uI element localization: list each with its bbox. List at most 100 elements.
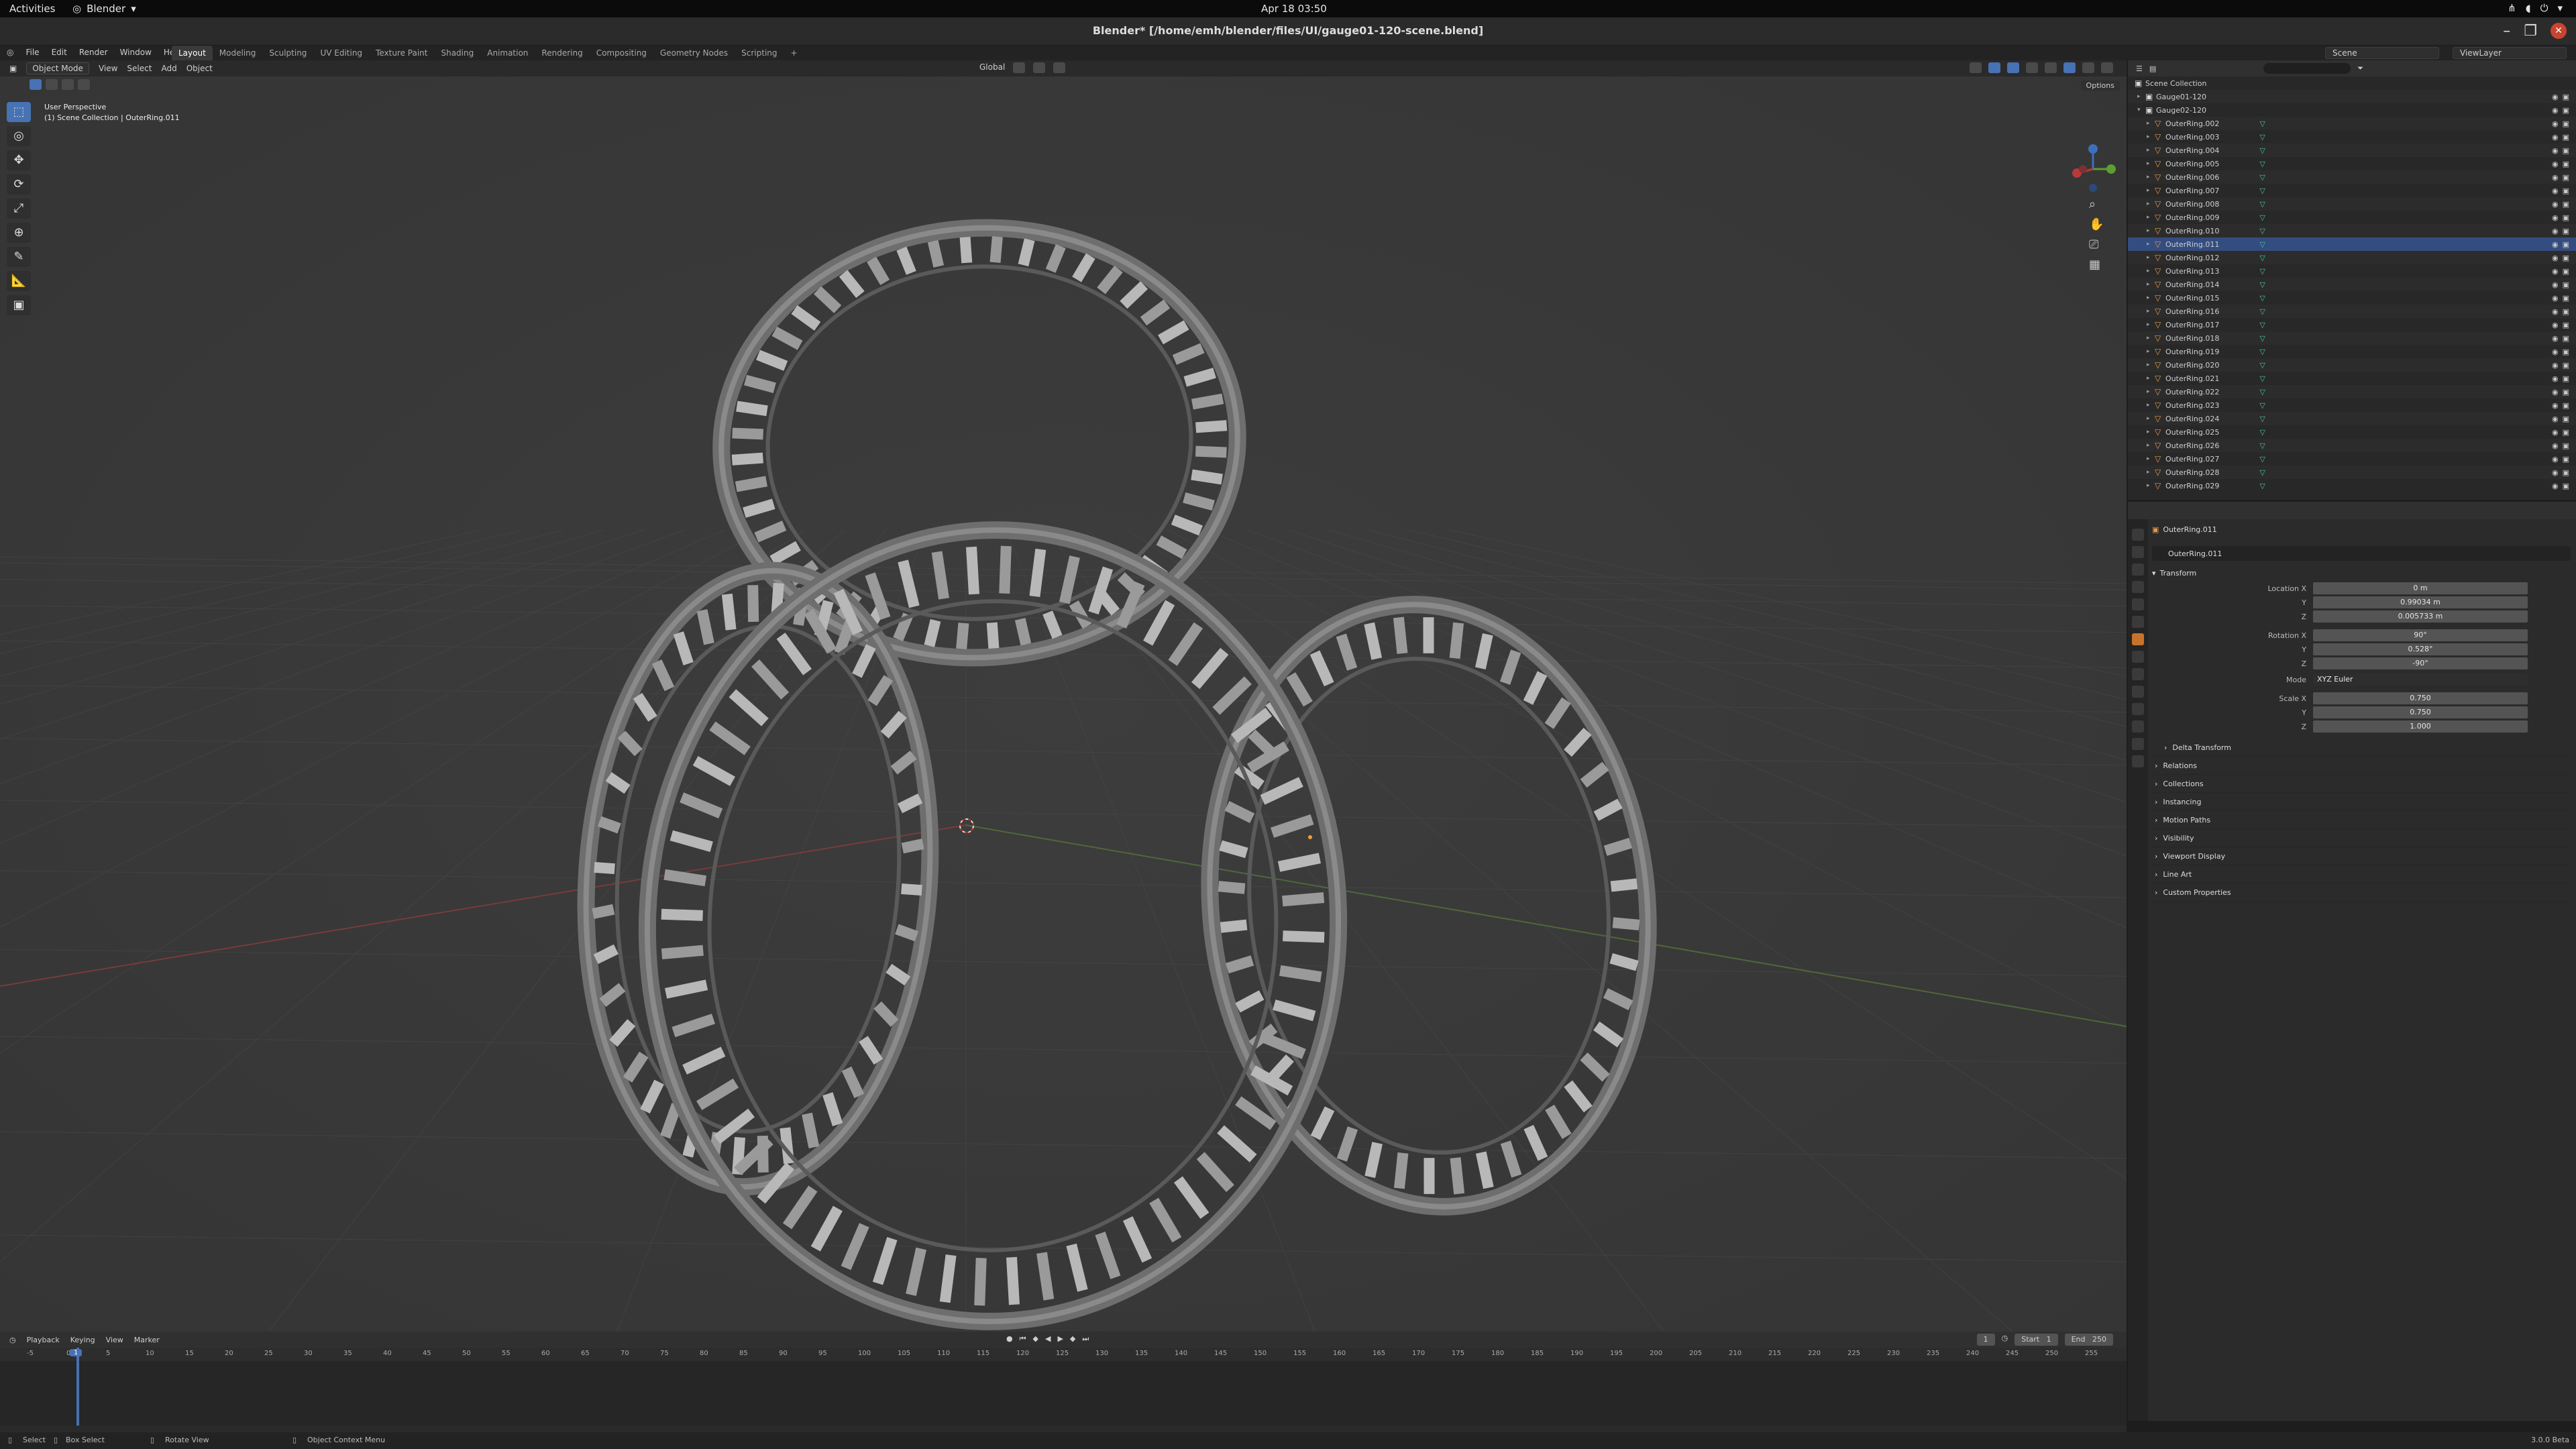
timeline-menu-marker[interactable]: Marker bbox=[134, 1336, 160, 1344]
camera-icon[interactable]: ▣ bbox=[2563, 321, 2569, 329]
overlay-toggle-icon[interactable] bbox=[2007, 62, 2019, 73]
eye-icon[interactable]: ◉ bbox=[2552, 468, 2559, 477]
eye-icon[interactable]: ◉ bbox=[2552, 401, 2559, 410]
cursor-tool-icon[interactable]: ◎ bbox=[7, 126, 31, 146]
outliner-object-row[interactable]: ▸ ▽ OuterRing.015 ▽ ◉ ▣ bbox=[2128, 291, 2576, 305]
mesh-data-icon[interactable]: ▽ bbox=[2259, 482, 2265, 490]
expand-icon[interactable]: ▸ bbox=[2147, 160, 2155, 167]
rotation-x-field[interactable]: 90° bbox=[2313, 629, 2528, 641]
xray-icon[interactable] bbox=[2026, 62, 2038, 73]
mesh-data-icon[interactable]: ▽ bbox=[2259, 133, 2265, 142]
end-frame-field[interactable]: End 250 bbox=[2064, 1334, 2113, 1346]
select-new-icon[interactable] bbox=[30, 79, 42, 90]
expand-icon[interactable]: ▸ bbox=[2147, 482, 2155, 489]
outliner-object-row[interactable]: ▸ ▽ OuterRing.009 ▽ ◉ ▣ bbox=[2128, 211, 2576, 224]
camera-icon[interactable]: ▣ bbox=[2563, 93, 2569, 101]
expand-icon[interactable]: ▸ bbox=[2147, 147, 2155, 154]
outliner-object-row[interactable]: ▸ ▽ OuterRing.006 ▽ ◉ ▣ bbox=[2128, 170, 2576, 184]
view-layer-tab-icon[interactable] bbox=[2132, 581, 2144, 593]
camera-icon[interactable]: ▣ bbox=[2563, 200, 2569, 209]
camera-icon[interactable]: ▣ bbox=[2563, 227, 2569, 235]
eye-icon[interactable]: ◉ bbox=[2552, 119, 2559, 128]
scene-field[interactable]: Scene bbox=[2325, 47, 2439, 59]
outliner-object-row[interactable]: ▸ ▽ OuterRing.028 ▽ ◉ ▣ bbox=[2128, 466, 2576, 479]
camera-icon[interactable]: ▣ bbox=[2563, 468, 2569, 477]
particles-tab-icon[interactable] bbox=[2132, 668, 2144, 680]
outliner-object-row[interactable]: ▸ ▽ OuterRing.018 ▽ ◉ ▣ bbox=[2128, 331, 2576, 345]
select-extend-icon[interactable] bbox=[46, 79, 58, 90]
editor-type-icon[interactable]: ▣ bbox=[9, 64, 17, 73]
visibility-icon[interactable] bbox=[1970, 62, 1982, 73]
outliner-object-row[interactable]: ▸ ▽ OuterRing.010 ▽ ◉ ▣ bbox=[2128, 224, 2576, 237]
expand-icon[interactable]: ▸ bbox=[2147, 321, 2155, 328]
expand-icon[interactable]: ▸ bbox=[2147, 388, 2155, 395]
viewport-menu-add[interactable]: Add bbox=[161, 64, 176, 73]
expand-icon[interactable]: ▸ bbox=[2147, 241, 2155, 248]
jump-end-icon[interactable]: ⏭ bbox=[1082, 1334, 1089, 1344]
viewport-menu-select[interactable]: Select bbox=[127, 64, 152, 73]
play-reverse-icon[interactable]: ◀ bbox=[1045, 1334, 1051, 1344]
camera-icon[interactable]: ▣ bbox=[2563, 240, 2569, 249]
eye-icon[interactable]: ◉ bbox=[2552, 133, 2559, 142]
physics-tab-icon[interactable] bbox=[2132, 686, 2144, 698]
scale-x-field[interactable]: 0.750 bbox=[2313, 692, 2528, 704]
camera-icon[interactable]: ▣ bbox=[2563, 213, 2569, 222]
scale-tool-icon[interactable]: ⤢ bbox=[7, 199, 31, 219]
snap-icon[interactable] bbox=[1033, 62, 1046, 73]
expand-icon[interactable]: ▸ bbox=[2147, 402, 2155, 409]
eye-icon[interactable]: ◉ bbox=[2552, 347, 2559, 356]
property-panel-header[interactable]: › Instancing bbox=[2152, 793, 2571, 811]
camera-icon[interactable]: ▣ bbox=[2563, 388, 2569, 396]
3d-viewport[interactable]: ▣ Object Mode View Select Add Object Glo… bbox=[0, 60, 2127, 1332]
outliner-object-row[interactable]: ▸ ▽ OuterRing.017 ▽ ◉ ▣ bbox=[2128, 318, 2576, 331]
rotate-tool-icon[interactable]: ⟳ bbox=[7, 174, 31, 195]
outliner-object-row[interactable]: ▸ ▽ OuterRing.011 ▽ ◉ ▣ bbox=[2128, 237, 2576, 251]
eye-icon[interactable]: ◉ bbox=[2552, 267, 2559, 276]
eye-icon[interactable]: ◉ bbox=[2552, 415, 2559, 423]
prev-key-icon[interactable]: ◆ bbox=[1033, 1334, 1038, 1344]
output-tab-icon[interactable] bbox=[2132, 564, 2144, 576]
expand-icon[interactable]: ▸ bbox=[2147, 268, 2155, 274]
eye-icon[interactable]: ◉ bbox=[2552, 361, 2559, 370]
expand-icon[interactable]: ▸ bbox=[2147, 469, 2155, 476]
camera-icon[interactable]: ▣ bbox=[2563, 119, 2569, 128]
expand-icon[interactable]: ▸ bbox=[2147, 348, 2155, 355]
tab-shading[interactable]: Shading bbox=[434, 46, 480, 60]
system-tray[interactable]: ⋔ ◖ ⏻ ▾ bbox=[2508, 2, 2563, 14]
camera-icon[interactable]: ▣ bbox=[2563, 415, 2569, 423]
mesh-data-icon[interactable]: ▽ bbox=[2259, 267, 2265, 276]
camera-icon[interactable]: ▣ bbox=[2563, 160, 2569, 168]
eye-icon[interactable]: ◉ bbox=[2552, 160, 2559, 168]
outliner-object-row[interactable]: ▸ ▽ OuterRing.016 ▽ ◉ ▣ bbox=[2128, 305, 2576, 318]
mesh-data-icon[interactable]: ▽ bbox=[2259, 119, 2265, 128]
tab-sculpting[interactable]: Sculpting bbox=[262, 46, 313, 60]
filter-icon[interactable]: ⏷ bbox=[2357, 64, 2363, 73]
current-frame-field[interactable]: 1 bbox=[1976, 1334, 1995, 1346]
menu-file[interactable]: File bbox=[25, 48, 39, 57]
clock-icon[interactable]: ◷ bbox=[2002, 1334, 2008, 1346]
keyframe-track[interactable] bbox=[0, 1361, 2127, 1426]
camera-icon[interactable]: ▣ bbox=[2563, 173, 2569, 182]
eye-icon[interactable]: ◉ bbox=[2552, 213, 2559, 222]
outliner-object-row[interactable]: ▸ ▽ OuterRing.008 ▽ ◉ ▣ bbox=[2128, 197, 2576, 211]
collapse-icon[interactable]: ▾ bbox=[2137, 107, 2145, 113]
mesh-data-icon[interactable]: ▽ bbox=[2259, 441, 2265, 450]
camera-icon[interactable]: ▣ bbox=[2563, 267, 2569, 276]
outliner-object-row[interactable]: ▸ ▽ OuterRing.021 ▽ ◉ ▣ bbox=[2128, 372, 2576, 385]
activities-button[interactable]: Activities bbox=[9, 3, 55, 15]
tab-modeling[interactable]: Modeling bbox=[213, 46, 263, 60]
eye-icon[interactable]: ◉ bbox=[2552, 428, 2559, 437]
menu-edit[interactable]: Edit bbox=[52, 48, 67, 57]
scene-tab-icon[interactable] bbox=[2132, 598, 2144, 610]
tab-scripting[interactable]: Scripting bbox=[735, 46, 784, 60]
object-mode-dropdown[interactable]: Object Mode bbox=[26, 62, 89, 74]
expand-icon[interactable]: ▸ bbox=[2147, 442, 2155, 449]
viewport-menu-object[interactable]: Object bbox=[186, 64, 213, 73]
location-z-field[interactable]: 0.005733 m bbox=[2313, 610, 2528, 623]
expand-icon[interactable]: ▸ bbox=[2147, 214, 2155, 221]
camera-icon[interactable]: ▣ bbox=[2563, 441, 2569, 450]
viewport-menu-view[interactable]: View bbox=[99, 64, 117, 73]
outliner-object-row[interactable]: ▸ ▽ OuterRing.026 ▽ ◉ ▣ bbox=[2128, 439, 2576, 452]
timeline-editor-icon[interactable]: ◷ bbox=[9, 1336, 16, 1344]
mesh-data-icon[interactable]: ▽ bbox=[2259, 455, 2265, 464]
